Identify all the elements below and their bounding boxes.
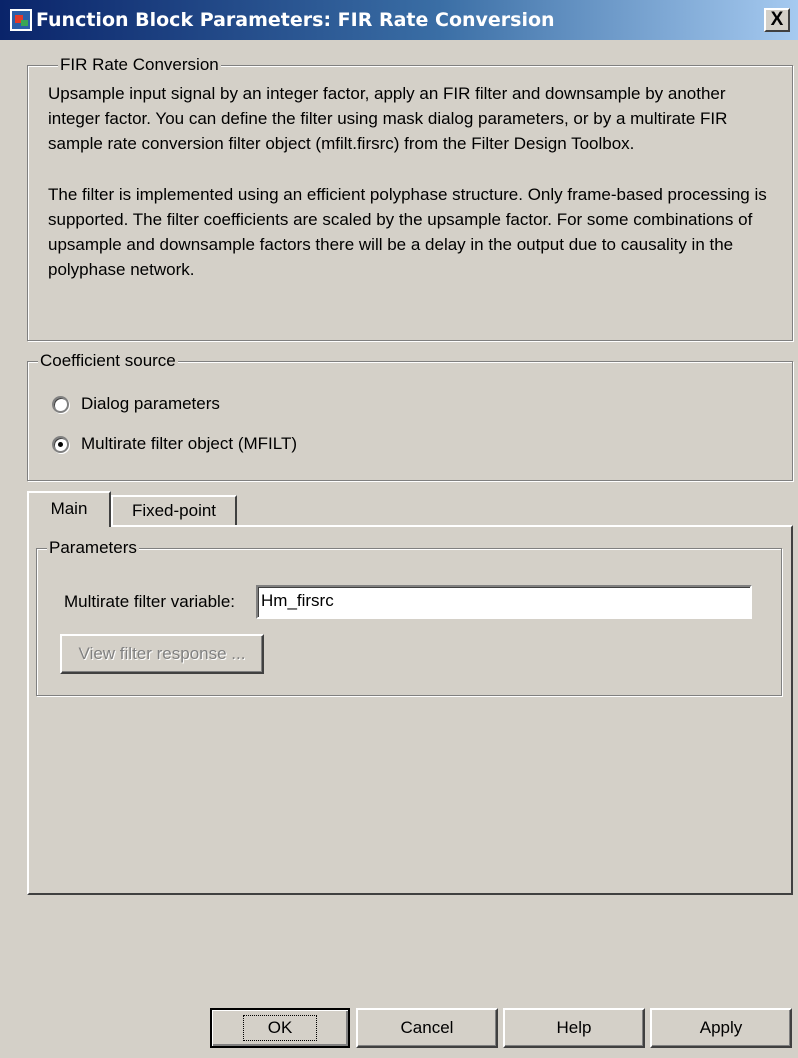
close-icon: X: [770, 9, 784, 30]
block-description-legend: FIR Rate Conversion: [58, 55, 221, 75]
tab-label: Main: [50, 499, 88, 518]
radio-dialog-parameters[interactable]: Dialog parameters: [52, 392, 220, 416]
apply-button[interactable]: Apply: [650, 1008, 792, 1048]
simulink-block-icon: [10, 9, 32, 31]
tab-fixed-point[interactable]: Fixed-point: [111, 495, 237, 525]
description-paragraph: Upsample input signal by an integer fact…: [48, 84, 728, 153]
window-title: Function Block Parameters: FIR Rate Conv…: [36, 9, 555, 31]
block-description-group: FIR Rate Conversion Upsample input signa…: [27, 55, 793, 341]
radio-button[interactable]: [52, 395, 69, 413]
cancel-button[interactable]: Cancel: [356, 1008, 498, 1048]
filter-variable-input[interactable]: Hm_firsrc: [256, 585, 752, 619]
radio-label: Multirate filter object (MFILT): [81, 434, 298, 453]
help-button[interactable]: Help: [503, 1008, 645, 1048]
view-filter-response-button[interactable]: View filter response ...: [60, 634, 264, 674]
tab-main[interactable]: Main: [27, 491, 111, 527]
description-paragraph: The filter is implemented using an effic…: [48, 185, 767, 279]
radio-multirate-filter-object[interactable]: Multirate filter object (MFILT): [52, 432, 297, 456]
parameters-legend: Parameters: [47, 538, 139, 558]
close-button[interactable]: X: [764, 8, 790, 32]
radio-button-selected[interactable]: [52, 435, 69, 453]
coefficient-source-legend: Coefficient source: [38, 351, 178, 371]
coefficient-source-group: Coefficient source: [27, 351, 793, 481]
filter-variable-label: Multirate filter variable:: [64, 592, 236, 611]
ok-button-label: OK: [242, 1015, 318, 1041]
title-bar[interactable]: Function Block Parameters: FIR Rate Conv…: [0, 0, 798, 40]
ok-button[interactable]: OK: [210, 1008, 350, 1048]
radio-label: Dialog parameters: [81, 394, 220, 413]
tab-label: Fixed-point: [131, 501, 217, 520]
